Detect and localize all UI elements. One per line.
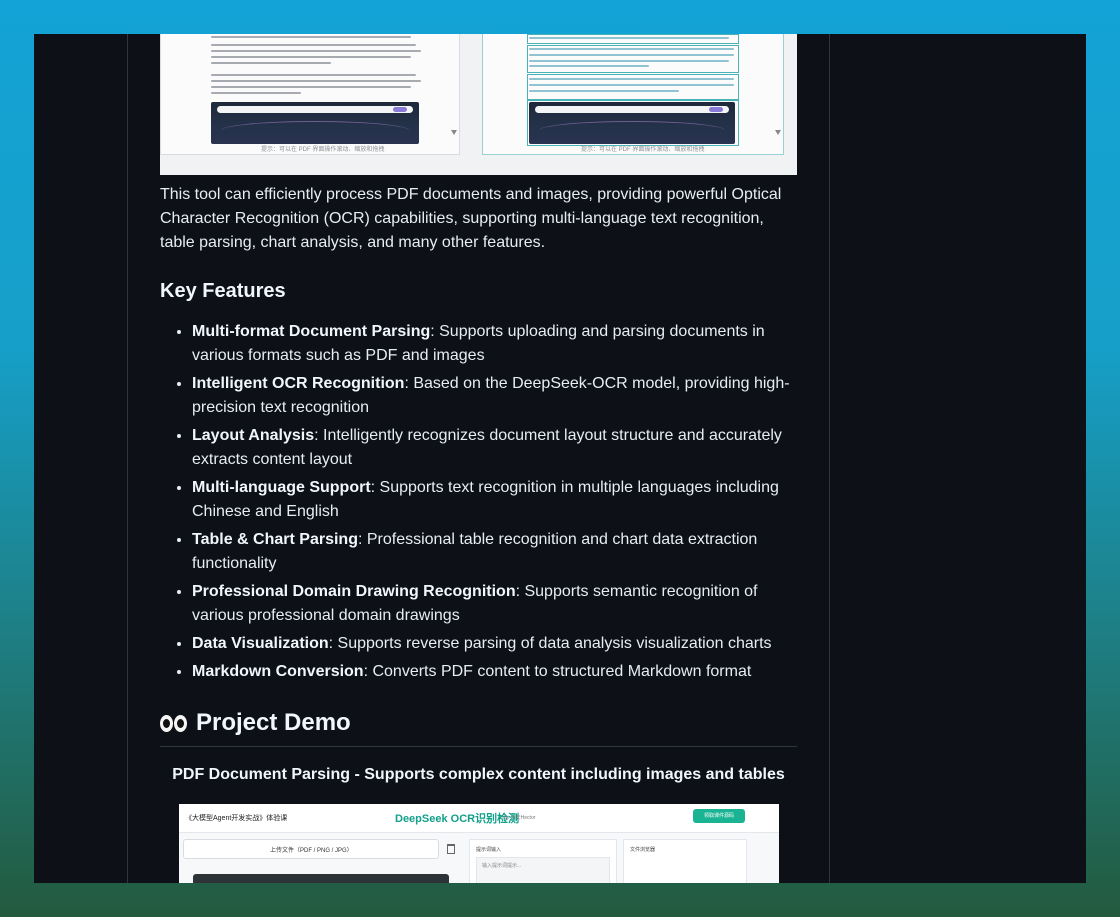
intro-paragraph: This tool can efficiently process PDF do… (160, 186, 782, 251)
list-item: Multi-language Support: Supports text re… (192, 476, 797, 524)
get-source-button[interactable]: 领取课件源码 (693, 809, 745, 823)
original-pdf-pane: 提示：可以在 PDF 界面操作滚动、缩放和拖拽 (160, 34, 460, 155)
recognized-pdf-pane: 提示：可以在 PDF 界面操作滚动、缩放和拖拽 (482, 34, 784, 155)
app-title: DeepSeek OCR识别检测 (395, 813, 520, 825)
file-browser-panel: 文件浏览器 (623, 839, 747, 883)
file-browser-label: 文件浏览器 (630, 847, 656, 853)
features-list: Multi-format Document Parsing: Supports … (160, 320, 797, 684)
langchain-banner-image (529, 102, 735, 144)
upload-file-button[interactable]: 上传文件（PDF / PNG / JPG） (183, 839, 439, 859)
app-demo-screenshot: 《大模型Agent开发实战》体验课 DeepSeek OCR识别检测 by 九天… (179, 804, 779, 883)
prompt-panel: 提示词输入 输入提示词提示... (469, 839, 617, 883)
demo-caption: PDF Document Parsing - Supports complex … (172, 766, 785, 783)
list-item: Multi-format Document Parsing: Supports … (192, 320, 797, 368)
list-item: Professional Domain Drawing Recognition:… (192, 580, 797, 628)
pdf-tip-text: 提示：可以在 PDF 界面操作滚动、缩放和拖拽 (581, 147, 705, 153)
list-item: Layout Analysis: Intelligently recognize… (192, 424, 797, 472)
trash-icon[interactable] (447, 844, 455, 854)
course-title: 《大模型Agent开发实战》体验课 (185, 815, 288, 822)
scroll-down-icon[interactable] (775, 130, 781, 135)
pdf-viewer-toolbar (193, 874, 449, 883)
pdf-comparison-screenshot: 提示：可以在 PDF 界面操作滚动、缩放和拖拽 提示：可以在 PDF 界面操作滚… (160, 34, 797, 175)
app-author: by 九天Hector (504, 815, 536, 821)
list-item: Table & Chart Parsing: Professional tabl… (192, 528, 797, 576)
readme-column: 提示：可以在 PDF 界面操作滚动、缩放和拖拽 提示：可以在 PDF 界面操作滚… (127, 34, 830, 883)
key-features-heading: Key Features (160, 280, 286, 302)
prompt-label: 提示词输入 (476, 847, 502, 853)
app-header: 《大模型Agent开发实战》体验课 DeepSeek OCR识别检测 by 九天… (179, 804, 779, 833)
project-demo-heading: Project Demo (160, 708, 797, 747)
eyes-icon (160, 714, 188, 732)
list-item: Data Visualization: Supports reverse par… (192, 632, 797, 656)
list-item: Intelligent OCR Recognition: Based on th… (192, 372, 797, 420)
upload-label: 上传文件（PDF / PNG / JPG） (270, 848, 353, 854)
scroll-down-icon[interactable] (451, 130, 457, 135)
prompt-input[interactable]: 输入提示词提示... (476, 857, 610, 883)
pdf-tip-text: 提示：可以在 PDF 界面操作滚动、缩放和拖拽 (261, 147, 385, 153)
langchain-banner-image (211, 102, 419, 144)
list-item: Markdown Conversion: Converts PDF conten… (192, 660, 797, 684)
readme-content: 提示：可以在 PDF 界面操作滚动、缩放和拖拽 提示：可以在 PDF 界面操作滚… (160, 34, 797, 883)
browser-window: 提示：可以在 PDF 界面操作滚动、缩放和拖拽 提示：可以在 PDF 界面操作滚… (34, 34, 1086, 883)
